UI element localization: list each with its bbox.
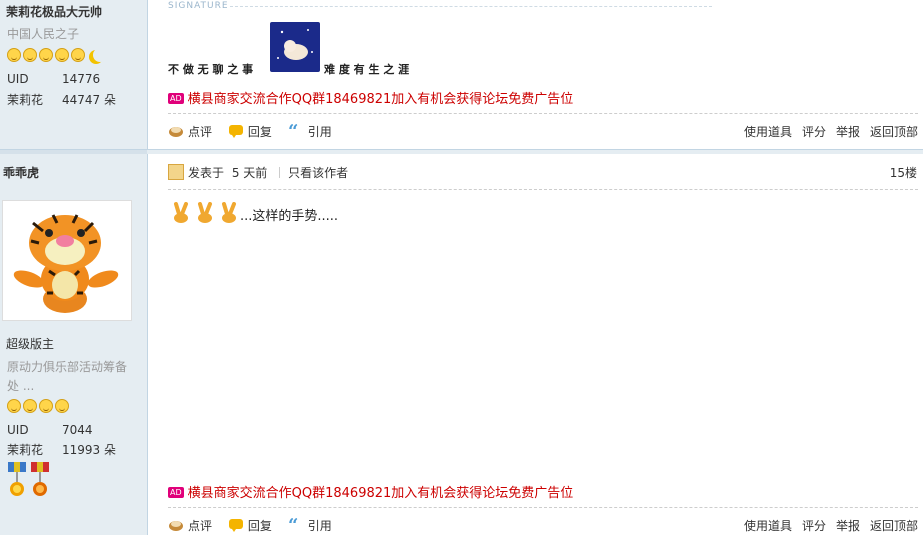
quote-icon: “ [288, 121, 304, 142]
post2-back-top-link[interactable]: 返回顶部 [870, 519, 918, 533]
post1-comment-button[interactable]: 点评 [168, 125, 212, 139]
post1-quote-button[interactable]: “ 引用 [288, 121, 332, 142]
post2-content: ...这样的手势..... [170, 202, 338, 224]
smiley-icon [55, 399, 69, 413]
svg-text:“: “ [288, 124, 298, 138]
post1-back-top-link[interactable]: 返回顶部 [870, 125, 918, 139]
post1-ad-link[interactable]: 横县商家交流合作QQ群18469821加入有机会获得论坛免费广告位 [188, 92, 574, 107]
post1-author-name[interactable]: 茉莉花极品大元帅 [6, 3, 102, 20]
comment-icon [168, 518, 184, 532]
post2-quote-button[interactable]: “ 引用 [288, 515, 332, 535]
smiley-icon [23, 48, 37, 62]
post2-author-name[interactable]: 乖乖虎 [3, 164, 39, 181]
medal-icon [8, 462, 26, 496]
smiley-icon [7, 399, 21, 413]
only-author-link[interactable]: 只看该作者 [288, 166, 348, 180]
comment-icon [168, 124, 184, 138]
post2-uid-value[interactable]: 7044 [62, 423, 93, 437]
post2-medals [7, 462, 53, 501]
smiley-icon [55, 48, 69, 62]
sidebar-separator [0, 149, 147, 154]
post2-meta: 发表于 5 天前 只看该作者 [168, 164, 348, 181]
post2-ad[interactable]: AD 横县商家交流合作QQ群18469821加入有机会获得论坛免费广告位 [168, 482, 573, 501]
post2-comment-button[interactable]: 点评 [168, 519, 212, 533]
post2-uid-label: UID [7, 423, 29, 437]
medal-icon [31, 462, 49, 496]
comment-label: 点评 [188, 519, 213, 533]
post2-rate-link[interactable]: 评分 [802, 519, 826, 533]
moon-icon [93, 48, 107, 62]
smiley-icon [39, 48, 53, 62]
ad-badge: AD [168, 93, 184, 104]
post2-author-desc-1: 原动力俱乐部活动筹备 [7, 360, 128, 374]
signature-text-left: 不 做 无 聊 之 事 [168, 63, 254, 76]
post1-report-link[interactable]: 举报 [836, 125, 860, 139]
reply-icon [228, 518, 244, 532]
post2-author-group[interactable]: 超级版主 [6, 335, 54, 352]
post-separator [147, 149, 923, 154]
post1-author-title: 中国人民之子 [7, 27, 80, 41]
smiley-icon [71, 48, 85, 62]
signature-label: SIGNATURE [168, 1, 229, 11]
quote-icon: “ [288, 515, 304, 535]
post1-right-actions: 使用道具 评分 举报 返回顶部 [734, 123, 918, 140]
quote-label: 引用 [307, 519, 332, 533]
post2-report-link[interactable]: 举报 [836, 519, 860, 533]
post1-uid-value[interactable]: 14776 [62, 72, 100, 86]
post2-author-desc-2: 处 ... [7, 379, 35, 393]
post1-actions: 点评 回复 “ 引用 [168, 121, 332, 142]
post1-reply-button[interactable]: 回复 [228, 125, 272, 139]
comment-label: 点评 [188, 125, 213, 139]
post2-header-divider [168, 189, 918, 190]
avatar[interactable] [2, 200, 132, 321]
signature-divider [230, 6, 712, 7]
posted-label: 发表于 [188, 166, 225, 180]
reply-label: 回复 [247, 519, 272, 533]
victory-hand-icon [170, 202, 192, 224]
post1-flower-label: 茉莉花 [7, 93, 44, 107]
signature-text-right: 难 度 有 生 之 涯 [324, 63, 410, 76]
post2-content-text: ...这样的手势..... [240, 209, 339, 224]
post2-action-divider [168, 507, 918, 508]
quote-label: 引用 [307, 125, 332, 139]
signature-image [270, 22, 320, 72]
post2-use-tool-link[interactable]: 使用道具 [744, 519, 792, 533]
victory-hand-icon [194, 202, 216, 224]
meta-separator [279, 167, 281, 178]
post1-use-tool-link[interactable]: 使用道具 [744, 125, 792, 139]
post1-ad[interactable]: AD 横县商家交流合作QQ群18469821加入有机会获得论坛免费广告位 [168, 88, 573, 107]
post2-floor[interactable]: 15楼 [890, 164, 917, 181]
svg-text:“: “ [288, 518, 298, 532]
post2-right-actions: 使用道具 评分 举报 返回顶部 [734, 517, 918, 534]
smiley-icon [23, 399, 37, 413]
victory-hand-icon [218, 202, 240, 224]
post2-actions: 点评 回复 “ 引用 [168, 515, 332, 535]
post1-level-stars [7, 48, 101, 65]
post2-level-stars [7, 399, 71, 416]
post1-uid-label: UID [7, 72, 29, 86]
posted-time: 5 天前 [231, 166, 268, 180]
post2-flower-value: 11993 朵 [62, 443, 116, 457]
smiley-icon [39, 399, 53, 413]
post2-reply-button[interactable]: 回复 [228, 519, 272, 533]
reply-label: 回复 [247, 125, 272, 139]
post2-flower-label: 茉莉花 [7, 443, 44, 457]
author-online-icon [168, 164, 184, 180]
ad-badge: AD [168, 487, 184, 498]
post1-rate-link[interactable]: 评分 [802, 125, 826, 139]
reply-icon [228, 124, 244, 138]
post1-flower-value: 44747 朵 [62, 93, 116, 107]
post2-ad-link[interactable]: 横县商家交流合作QQ群18469821加入有机会获得论坛免费广告位 [188, 486, 574, 501]
smiley-icon [7, 48, 21, 62]
post1-action-divider [168, 113, 918, 114]
